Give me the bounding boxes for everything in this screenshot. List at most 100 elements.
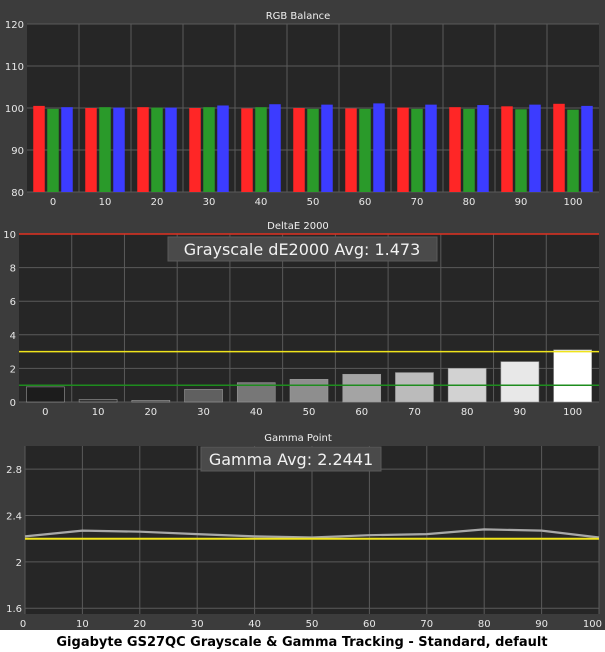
- deltae-title: DeltaE 2000: [267, 221, 329, 232]
- x-tick-label: 30: [197, 407, 210, 418]
- x-tick-label: 100: [563, 197, 582, 208]
- rgb-bar-red: [85, 108, 97, 192]
- x-tick-label: 30: [203, 197, 216, 208]
- rgb-bar-red: [345, 108, 357, 192]
- rgb-bar-red: [449, 107, 461, 192]
- rgb-bar-green: [307, 108, 319, 192]
- y-tick-label: 2.4: [6, 512, 22, 523]
- rgb-bar-blue: [321, 104, 333, 192]
- x-tick-label: 70: [420, 619, 433, 630]
- y-tick-label: 0: [10, 398, 16, 409]
- x-tick-label: 70: [411, 197, 424, 208]
- rgb-bar-blue: [529, 104, 541, 192]
- rgb-bar-blue: [581, 105, 593, 192]
- rgb-bar-green: [411, 108, 423, 192]
- gamma-title: Gamma Point: [264, 433, 332, 444]
- x-tick-label: 50: [307, 197, 320, 208]
- x-tick-label: 90: [535, 619, 548, 630]
- figure: RGB Balance 80901001101200 10 20 30 40 50 60 70…: [0, 0, 605, 650]
- deltae-bar: [553, 349, 592, 403]
- deltae-bar: [131, 400, 171, 403]
- rgb-bar-green: [359, 108, 371, 192]
- x-tick-label: 40: [248, 619, 261, 630]
- y-tick-label: 110: [5, 62, 24, 73]
- deltae-annotation: Grayscale dE2000 Avg: 1.473: [184, 240, 421, 259]
- rgb-bar-blue: [61, 107, 73, 192]
- x-tick-label: 90: [515, 197, 528, 208]
- x-tick-label: 60: [355, 407, 368, 418]
- x-tick-label: 30: [191, 619, 204, 630]
- y-tick-label: 2.8: [6, 465, 22, 476]
- rgb-bar-green: [203, 107, 215, 192]
- rgb-bar-blue: [217, 105, 229, 192]
- rgb-balance-bars: [33, 103, 593, 192]
- rgb-balance-panel: RGB Balance 80 90 100 110 120 0 10 20 30 40 50 60 70…: [5, 11, 599, 208]
- deltae-panel: DeltaE 2000 02468100 10 20 30 40 50 60 70 80 90 10…: [3, 221, 599, 418]
- x-tick-label: 70: [408, 407, 421, 418]
- deltae-bar: [78, 399, 118, 403]
- y-tick-label: 6: [10, 297, 16, 308]
- x-tick-label: 20: [151, 197, 164, 208]
- rgb-bar-blue: [113, 107, 125, 192]
- rgb-bar-green: [47, 108, 59, 192]
- y-tick-label: 90: [11, 146, 24, 157]
- rgb-bar-red: [241, 108, 253, 192]
- deltae-bar: [395, 372, 434, 403]
- x-tick-label: 90: [514, 407, 527, 418]
- y-tick-label: 100: [5, 104, 24, 115]
- y-tick-label: 2: [16, 558, 22, 569]
- rgb-bar-red: [189, 108, 201, 192]
- rgb-balance-title: RGB Balance: [266, 11, 331, 22]
- y-tick-label: 4: [10, 331, 16, 342]
- deltae-bar: [289, 379, 329, 403]
- x-tick-label: 50: [306, 619, 319, 630]
- x-tick-label: 10: [76, 619, 89, 630]
- rgb-bar-green: [567, 109, 579, 192]
- deltae-bar: [184, 389, 223, 403]
- rgb-bar-blue: [269, 104, 281, 192]
- rgb-bar-red: [293, 108, 305, 192]
- rgb-bar-blue: [165, 107, 177, 192]
- figure-caption: Gigabyte GS27QC Grayscale & Gamma Tracki…: [56, 635, 547, 650]
- x-tick-label: 60: [359, 197, 372, 208]
- deltae-bar: [500, 361, 540, 403]
- rgb-bar-blue: [425, 104, 437, 192]
- y-tick-label: 80: [11, 188, 24, 199]
- rgb-bar-red: [397, 107, 409, 192]
- gamma-panel: Gamma Point 1.6 2 2.4 2.8 0 10 20 30 40 50 60 70 80 9…: [6, 433, 602, 630]
- x-tick-label: 20: [133, 619, 146, 630]
- x-tick-label: 40: [250, 407, 263, 418]
- x-tick-label: 0: [42, 407, 48, 418]
- rgb-bar-green: [151, 107, 163, 192]
- rgb-bar-green: [99, 107, 111, 192]
- y-tick-label: 1.6: [6, 604, 22, 615]
- rgb-bar-green: [463, 108, 475, 192]
- rgb-bar-red: [553, 103, 565, 192]
- x-tick-label: 60: [363, 619, 376, 630]
- deltae-bar: [26, 386, 65, 403]
- x-tick-label: 100: [563, 407, 582, 418]
- x-tick-label: 80: [461, 407, 474, 418]
- x-tick-label: 50: [303, 407, 316, 418]
- rgb-bar-red: [137, 107, 149, 192]
- y-tick-label: 10: [3, 230, 16, 241]
- x-tick-label: 10: [92, 407, 105, 418]
- gamma-annotation: Gamma Avg: 2.2441: [209, 450, 373, 469]
- x-tick-label: 80: [463, 197, 476, 208]
- x-tick-label: 20: [144, 407, 157, 418]
- y-tick-label: 2: [10, 364, 16, 375]
- y-tick-label: 120: [5, 20, 24, 31]
- x-tick-label: 100: [583, 619, 602, 630]
- x-tick-label: 40: [255, 197, 268, 208]
- x-tick-label: 80: [478, 619, 491, 630]
- rgb-bar-green: [515, 109, 527, 192]
- x-tick-label: 0: [20, 619, 26, 630]
- rgb-bar-red: [501, 106, 513, 192]
- rgb-bar-blue: [477, 105, 489, 192]
- rgb-bar-blue: [373, 103, 385, 192]
- rgb-bar-green: [255, 107, 267, 192]
- x-tick-label: 0: [50, 197, 56, 208]
- x-tick-label: 10: [99, 197, 112, 208]
- rgb-bar-red: [33, 105, 45, 192]
- deltae-bar: [342, 373, 382, 403]
